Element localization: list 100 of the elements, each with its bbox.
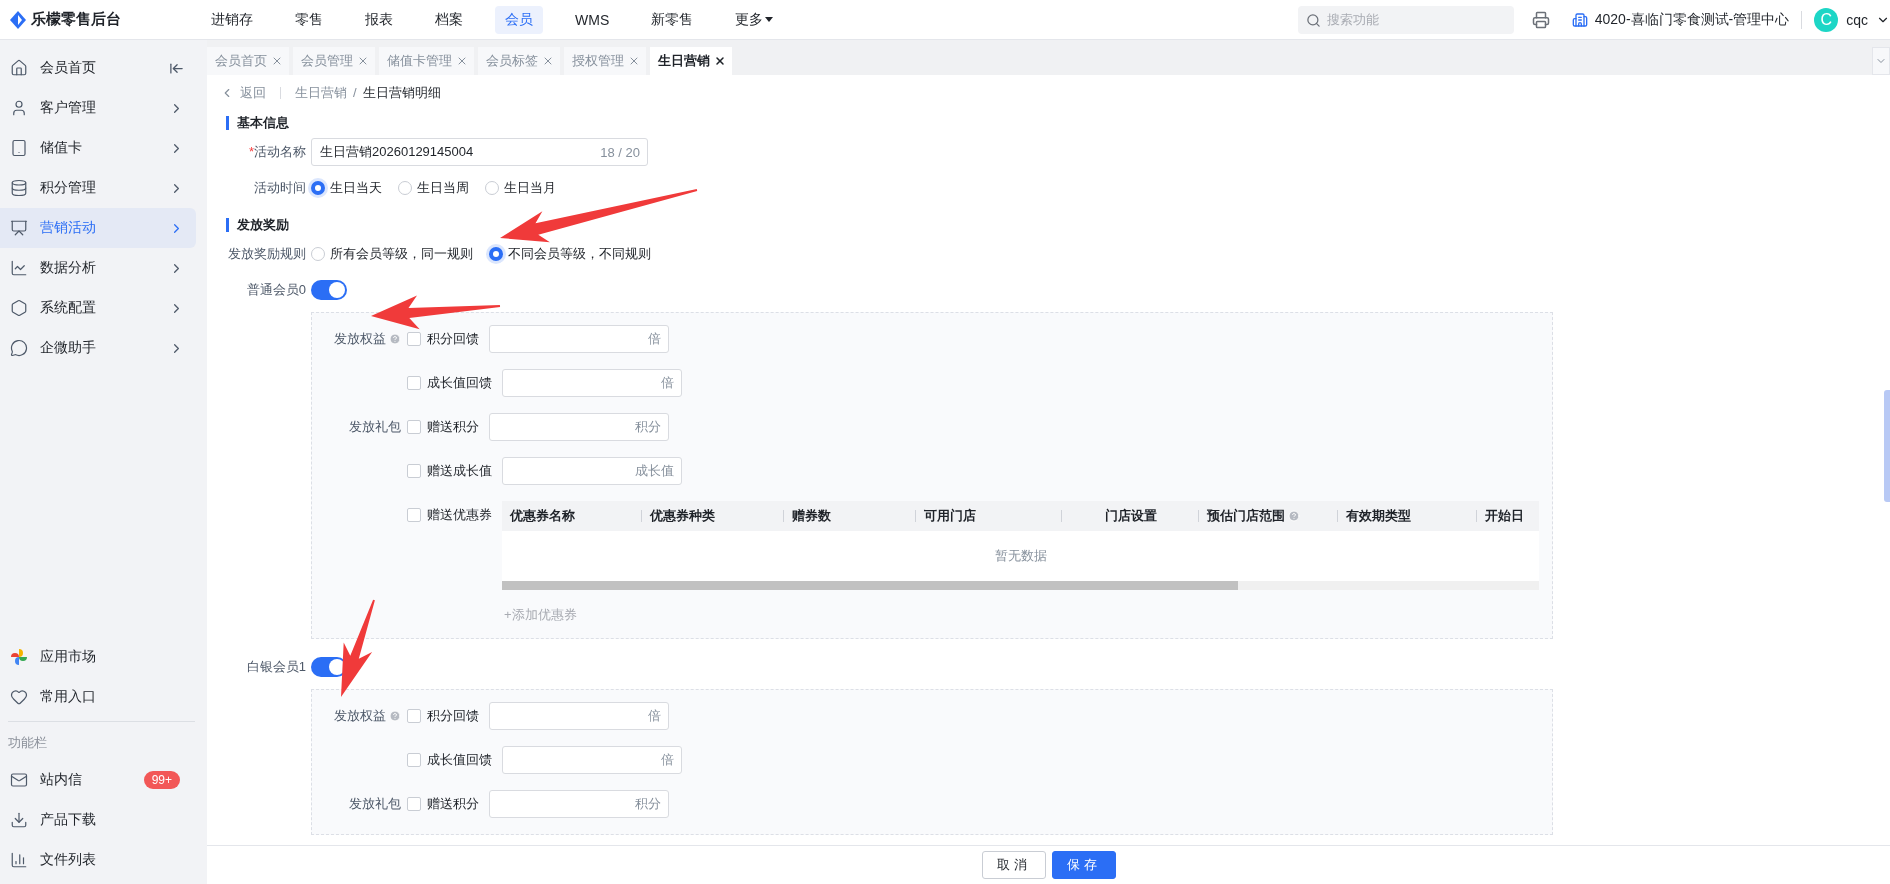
logo-icon [10, 10, 26, 29]
section-title: 基本信息 [226, 116, 1890, 130]
checkbox[interactable]: 成长值回馈 [407, 369, 492, 397]
field-label: 发放奖励规则 [227, 245, 306, 263]
nav-item[interactable]: 零售 [285, 5, 333, 34]
coin-stack-icon [10, 179, 28, 197]
unit-label: 倍 [661, 374, 674, 392]
store-name[interactable]: 4020-喜临门零食测试-管理中心 [1594, 10, 1790, 29]
empty-text: 暂无数据 [994, 547, 1047, 565]
column-header: 优惠券名称 [510, 507, 575, 525]
house-icon [10, 59, 28, 77]
field-label: 普通会员0 [245, 281, 306, 299]
checkbox[interactable]: 成长值回馈 [407, 746, 492, 774]
field-label: 发放权益 [334, 707, 386, 725]
unit-label: 倍 [648, 707, 661, 725]
sidebar-item[interactable]: 站内信 99+ [0, 760, 196, 800]
scrollbar[interactable] [502, 581, 1539, 590]
nav-item[interactable]: 会员 [495, 5, 543, 34]
checkbox[interactable]: 积分回馈 [407, 325, 479, 353]
printer-icon[interactable] [1531, 10, 1550, 29]
sidebar-item[interactable]: 积分管理 [0, 168, 196, 208]
pinwheel-icon [10, 648, 28, 666]
field-label: 发放权益 [334, 330, 386, 348]
number-field[interactable] [502, 746, 682, 774]
unit-label: 倍 [661, 751, 674, 769]
nav-item[interactable]: 进销存 [201, 5, 263, 34]
checkbox[interactable]: 赠送优惠券 [407, 501, 492, 529]
screen-chart-icon [10, 219, 28, 237]
column-header: 有效期类型 [1346, 507, 1411, 525]
nav-item[interactable]: 报表 [355, 5, 403, 34]
checkbox[interactable]: 赠送积分 [407, 790, 479, 818]
download-icon [10, 811, 28, 829]
radio-option[interactable]: 不同会员等级，不同规则 [489, 245, 651, 263]
number-field[interactable] [489, 325, 669, 353]
line-chart-icon [10, 259, 28, 277]
mail-icon [10, 771, 28, 789]
checkbox[interactable]: 赠送积分 [407, 413, 479, 441]
checkbox[interactable]: 积分回馈 [407, 702, 479, 730]
sidebar-item[interactable]: 文件列表 [0, 840, 196, 880]
app-title: 乐檬零售后台 [31, 10, 122, 29]
count-badge: 99+ [143, 771, 180, 789]
heart-icon [10, 688, 28, 706]
sidebar-item[interactable]: 产品下载 [0, 800, 196, 840]
bar-chart-icon [10, 851, 28, 869]
nav-item[interactable]: 档案 [425, 5, 473, 34]
sidebar-item[interactable]: 数据分析 [0, 248, 196, 288]
column-header: 可用门店 [924, 507, 976, 525]
sidebar-item[interactable]: 应用市场 [0, 637, 196, 677]
building-icon [1571, 11, 1588, 28]
field-label: 发放礼包 [349, 795, 401, 813]
number-field[interactable] [489, 413, 669, 441]
user-icon [10, 99, 28, 117]
character-counter: 18 / 20 [600, 144, 640, 160]
radio-option[interactable]: 生日当月 [485, 179, 556, 197]
unit-label: 积分 [635, 795, 661, 813]
chat-icon [10, 339, 28, 357]
save-button[interactable]: 保存 [1051, 851, 1116, 879]
radio-option[interactable]: 生日当周 [398, 179, 469, 197]
field-label: 发放礼包 [349, 418, 401, 436]
checkbox[interactable]: 赠送成长值 [407, 457, 492, 485]
breadcrumb-separator: / [353, 85, 357, 100]
page-tab[interactable]: 生日营销 [650, 47, 732, 75]
column-header: 开始日 [1485, 507, 1524, 525]
sidebar-item[interactable]: 系统配置 [0, 288, 196, 328]
column-header: 预估门店范围 [1207, 507, 1285, 525]
radio-option[interactable]: 所有会员等级，同一规则 [311, 245, 473, 263]
toggle-switch[interactable] [311, 280, 347, 300]
unit-label: 倍 [648, 330, 661, 348]
number-field[interactable] [489, 702, 669, 730]
unit-label: 成长值 [635, 462, 674, 480]
sidebar-item[interactable]: 企微助手 [0, 328, 196, 368]
back-link[interactable]: 返回 [240, 83, 266, 102]
close-icon[interactable] [714, 55, 726, 67]
search-field[interactable]: 搜索功能 [1297, 5, 1514, 34]
settings-icon [10, 299, 28, 317]
number-field[interactable] [502, 369, 682, 397]
search-icon [1305, 12, 1321, 28]
field-label: 白银会员1 [245, 658, 306, 676]
nav-item[interactable]: 更多 [725, 5, 784, 34]
field-label: 活动时间 [253, 179, 306, 197]
column-header: 门店设置 [1104, 507, 1157, 525]
unit-label: 积分 [635, 418, 661, 436]
sidebar-item[interactable]: 储值卡 [0, 128, 196, 168]
sidebar-item[interactable]: 会员首页 [0, 48, 196, 88]
user-name[interactable]: cqc [1846, 11, 1868, 28]
column-header: 赠券数 [792, 507, 831, 525]
number-field[interactable] [489, 790, 669, 818]
nav-item[interactable]: 新零售 [641, 5, 704, 34]
sidebar-item[interactable]: 客户管理 [0, 88, 196, 128]
card-icon [10, 139, 28, 157]
cancel-button[interactable]: 取消 [981, 851, 1046, 879]
column-header: 优惠券种类 [650, 507, 715, 525]
nav-item[interactable]: WMS [565, 6, 620, 33]
radio-option[interactable]: 生日当天 [311, 179, 382, 197]
field-label: *活动名称 [247, 143, 306, 161]
breadcrumb-item[interactable]: 生日营销明细 [362, 83, 441, 102]
sidebar-item[interactable]: 营销活动 [0, 208, 196, 248]
sidebar-item[interactable]: 常用入口 [0, 677, 196, 717]
number-field[interactable] [502, 457, 682, 485]
scrollbar-thumb[interactable] [1884, 390, 1890, 502]
